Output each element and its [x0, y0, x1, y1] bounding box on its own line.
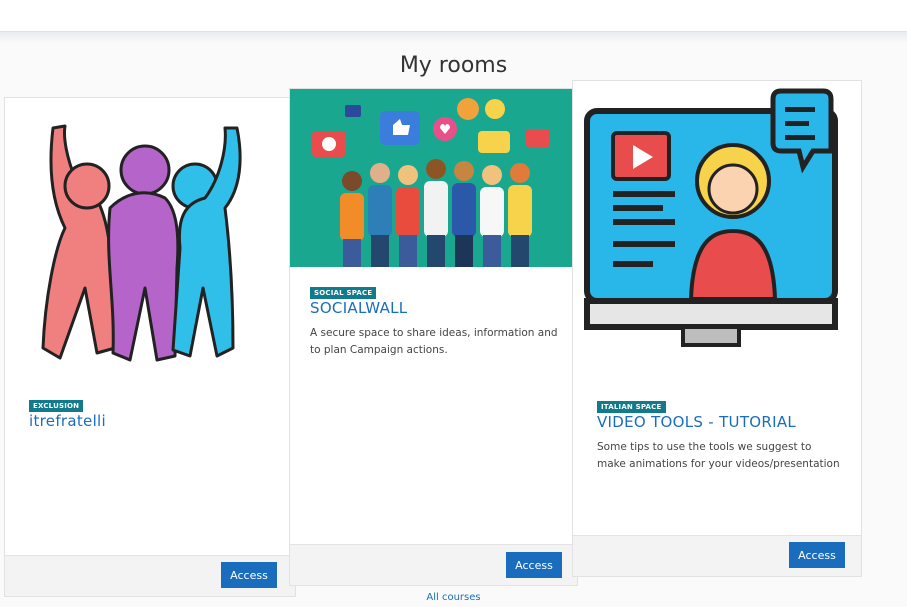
room-card-video-tools: ITALIAN SPACE VIDEO TOOLS - TUTORIAL Som… — [572, 80, 862, 577]
room-card-itrefratelli: EXCLUSION itrefratelli Access — [4, 97, 296, 597]
room-description: Some tips to use the tools we suggest to… — [597, 441, 840, 470]
access-button[interactable]: Access — [221, 562, 277, 588]
room-badge: EXCLUSION — [29, 400, 84, 412]
room-badge: ITALIAN SPACE — [597, 401, 666, 413]
room-image-people — [41, 124, 242, 362]
all-courses-link[interactable]: All courses — [0, 592, 907, 603]
room-title[interactable]: VIDEO TOOLS - TUTORIAL — [597, 413, 796, 431]
room-image-social-media-people — [290, 89, 577, 267]
room-description: A secure space to share ideas, informati… — [310, 327, 558, 356]
room-card-socialwall: SOCIAL SPACE SOCIALWALL A secure space t… — [289, 88, 578, 586]
access-button[interactable]: Access — [789, 542, 845, 568]
room-badge: SOCIAL SPACE — [310, 287, 377, 299]
room-title[interactable]: SOCIALWALL — [310, 299, 407, 317]
page-title: My rooms — [399, 53, 508, 78]
top-bar — [0, 0, 907, 42]
card-footer: Access — [290, 544, 577, 585]
room-title[interactable]: itrefratelli — [29, 412, 106, 430]
room-image-video-presenter — [584, 88, 838, 347]
card-footer: Access — [573, 535, 861, 576]
access-button[interactable]: Access — [506, 552, 562, 578]
card-footer: Access — [5, 555, 295, 596]
